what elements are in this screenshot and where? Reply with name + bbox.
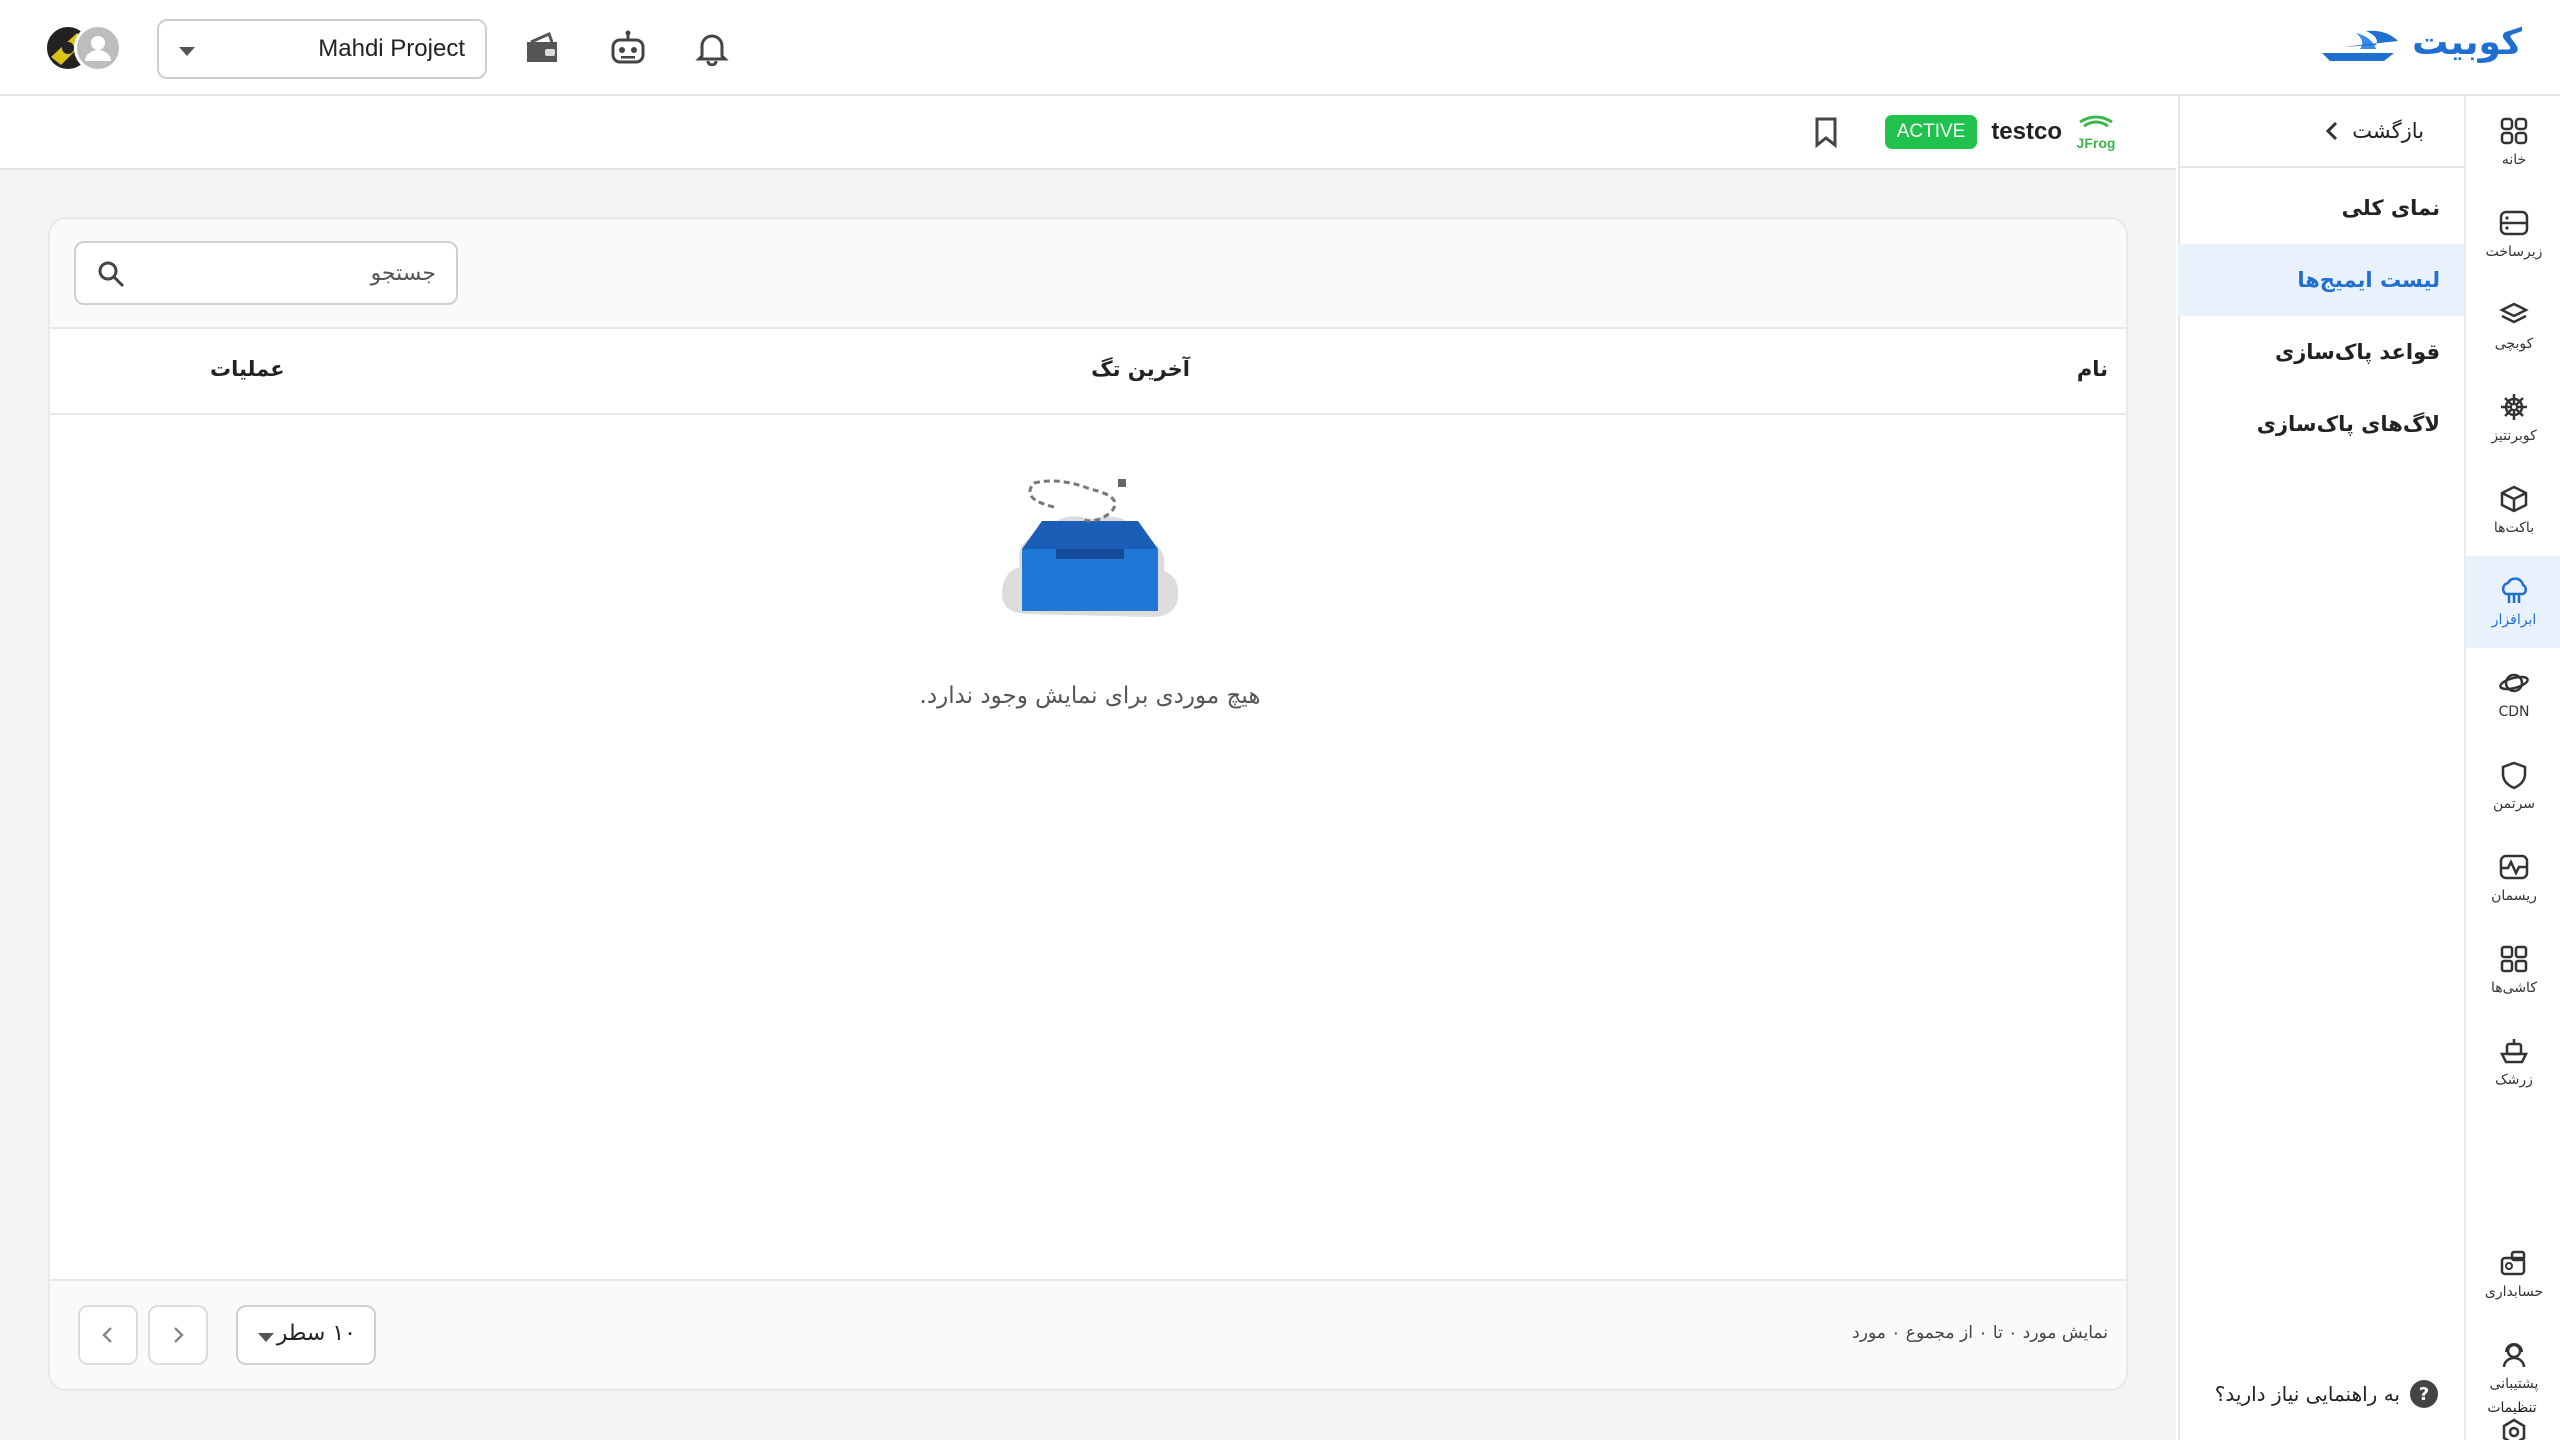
repository-header: JFrog testco ACTIVE xyxy=(0,96,2176,170)
help-label: به راهنمایی نیاز دارید؟ xyxy=(2214,1382,2400,1406)
table-pagination: ۱۰ سطر نمایش مورد ۰ تا ۰ از مجموع ۰ مورد xyxy=(50,1279,2126,1389)
rail-item-label: پشتیبانی xyxy=(2489,1376,2539,1392)
avatar[interactable] xyxy=(74,24,122,72)
table-header: نام آخرین تگ عملیات xyxy=(50,329,2126,415)
tiles-icon xyxy=(2500,945,2528,973)
main-icon-rail: خانه زیرساخت کوبچی کوبرنتیز باکت‌ها ابرا… xyxy=(2464,96,2560,1440)
ship-logo-icon xyxy=(2322,30,2399,61)
back-link-label: بازگشت xyxy=(2352,119,2424,143)
brand-logo[interactable]: کوبیت xyxy=(2316,22,2522,63)
rail-item-tiles[interactable]: کاشی‌ها xyxy=(2466,924,2560,1016)
rail-item-zereshk[interactable]: زرشک xyxy=(2466,1016,2560,1108)
rail-item-label: زیرساخت xyxy=(2485,244,2543,260)
pagination-info: نمایش مورد ۰ تا ۰ از مجموع ۰ مورد xyxy=(1852,1323,2108,1343)
nav-item-cleanup-rules[interactable]: قواعد پاک‌سازی xyxy=(2178,316,2464,388)
rail-item-accounting[interactable]: حسابداری xyxy=(2466,1228,2560,1320)
repository-title: JFrog testco ACTIVE xyxy=(1811,112,2116,152)
rail-item-label: خانه xyxy=(2501,152,2527,168)
helm-icon xyxy=(2501,394,2527,420)
rail-item-label: ابرافزار xyxy=(2491,612,2537,628)
help-icon: ? xyxy=(2410,1380,2438,1408)
help-link[interactable]: ? به راهنمایی نیاز دارید؟ xyxy=(2215,1380,2438,1408)
rail-item-infrastructure[interactable]: زیرساخت xyxy=(2466,188,2560,280)
table-toolbar: جستجو xyxy=(50,219,2126,329)
empty-box-illustration-icon xyxy=(1001,479,1179,617)
project-select-value: Mahdi Project xyxy=(318,35,465,62)
rail-item-settings[interactable] xyxy=(2466,1412,2560,1440)
nav-item-overview[interactable]: نمای کلی xyxy=(2178,172,2464,244)
chevron-down-icon xyxy=(258,1333,274,1342)
layers-icon xyxy=(2499,302,2529,324)
nav-item-image-list[interactable]: لیست ایمیج‌ها xyxy=(2178,244,2464,316)
wallet-icon[interactable] xyxy=(522,28,562,68)
top-bar: کوبیت Mahdi Project xyxy=(0,0,2560,96)
chevron-right-icon xyxy=(174,1327,184,1343)
project-select[interactable]: Mahdi Project xyxy=(157,19,487,79)
cloud-icon xyxy=(2501,577,2528,603)
planet-icon xyxy=(2499,673,2529,693)
chevron-left-icon xyxy=(102,1327,112,1343)
server-icon xyxy=(2499,210,2529,236)
repository-name: testco xyxy=(1991,118,2062,145)
rail-item-label: حسابداری xyxy=(2484,1284,2544,1300)
box-icon xyxy=(2500,485,2528,513)
images-table-card: جستجو نام آخرین تگ عملیات هیچ موردی برای… xyxy=(48,217,2128,1391)
rail-item-support[interactable]: پشتیبانی xyxy=(2466,1320,2560,1412)
accounting-icon xyxy=(2500,1250,2526,1276)
rail-item-kubernetes[interactable]: کوبرنتیز xyxy=(2466,372,2560,464)
shield-icon xyxy=(2501,761,2527,790)
rail-item-label: سرتمن xyxy=(2492,796,2536,812)
settings-icon xyxy=(2502,1418,2526,1440)
rail-item-cloud-apps[interactable]: ابرافزار xyxy=(2466,556,2560,648)
rail-item-label: CDN xyxy=(2498,704,2530,720)
column-header-last-tag[interactable]: آخرین تگ xyxy=(1091,357,1190,381)
empty-state: هیچ موردی برای نمایش وجود ندارد. xyxy=(50,479,2126,709)
jfrog-logo-icon: JFrog xyxy=(2077,115,2116,151)
search-input[interactable]: جستجو xyxy=(74,241,458,305)
ship-icon xyxy=(2499,1039,2529,1064)
back-link[interactable]: بازگشت xyxy=(2178,96,2464,168)
jfrog-logo-label: JFrog xyxy=(2077,135,2116,151)
pulse-icon xyxy=(2499,854,2529,880)
bookmark-icon[interactable] xyxy=(1811,115,1841,149)
rows-per-page-value: ۱۰ سطر xyxy=(276,1321,356,1346)
column-header-actions: عملیات xyxy=(210,357,285,381)
support-icon xyxy=(2502,1343,2526,1368)
brand-logo-text: کوبیت xyxy=(2412,22,2522,63)
section-sidebar: بازگشت نمای کلی لیست ایمیج‌ها قواعد پاک‌… xyxy=(2178,96,2464,1440)
grid-icon xyxy=(2500,117,2528,145)
rows-per-page-select[interactable]: ۱۰ سطر xyxy=(236,1305,376,1365)
search-icon xyxy=(98,261,125,288)
rail-item-cdn[interactable]: CDN xyxy=(2466,648,2560,740)
rail-item-settings-label: تنظیمات xyxy=(2487,1400,2537,1416)
rail-item-buckets[interactable]: باکت‌ها xyxy=(2466,464,2560,556)
rail-item-label: کاشی‌ها xyxy=(2491,980,2537,996)
bell-icon[interactable] xyxy=(692,28,732,68)
rail-item-rismaan[interactable]: ریسمان xyxy=(2466,832,2560,924)
nav-item-cleanup-logs[interactable]: لاگ‌های پاک‌سازی xyxy=(2178,388,2464,460)
search-placeholder: جستجو xyxy=(370,261,436,286)
status-badge: ACTIVE xyxy=(1884,115,1978,149)
rail-item-label: ریسمان xyxy=(2491,888,2537,904)
chevron-left-icon xyxy=(2326,121,2338,141)
empty-state-message: هیچ موردی برای نمایش وجود ندارد. xyxy=(919,683,1261,709)
rail-item-label: کوبرنتیز xyxy=(2491,428,2537,444)
rail-item-sartaman[interactable]: سرتمن xyxy=(2466,740,2560,832)
rail-item-label: زرشک xyxy=(2495,1072,2533,1088)
user-avatars[interactable] xyxy=(44,22,126,74)
rail-item-home[interactable]: خانه xyxy=(2466,96,2560,188)
chevron-down-icon xyxy=(179,47,195,56)
column-header-name[interactable]: نام xyxy=(2077,357,2108,381)
robot-icon[interactable] xyxy=(608,28,648,68)
rail-item-kubchi[interactable]: کوبچی xyxy=(2466,280,2560,372)
rail-item-label: کوبچی xyxy=(2494,336,2534,352)
rail-item-label: باکت‌ها xyxy=(2493,520,2535,536)
previous-page-button[interactable] xyxy=(78,1305,138,1365)
next-page-button[interactable] xyxy=(148,1305,208,1365)
